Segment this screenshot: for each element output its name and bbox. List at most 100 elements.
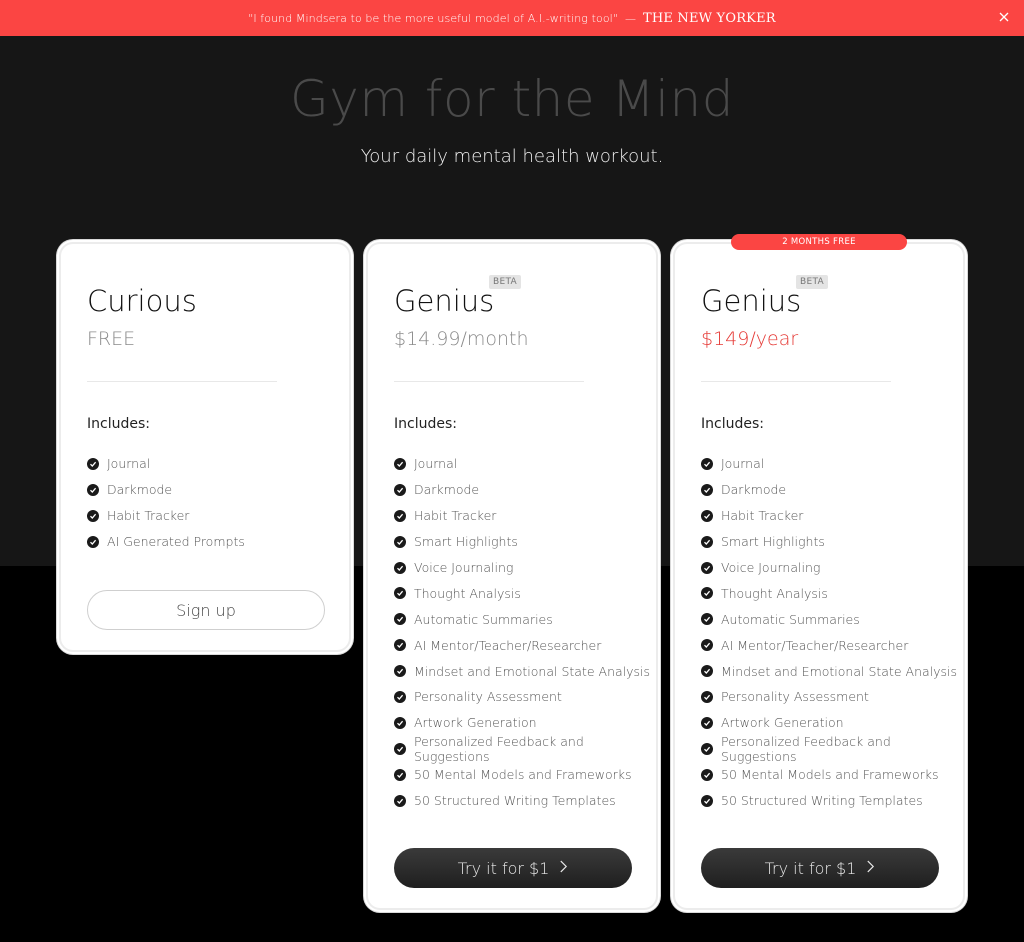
checkmark-icon — [701, 665, 713, 678]
checkmark-icon — [701, 613, 713, 626]
feature-item: Darkmode — [701, 477, 963, 503]
try-button-label: Try it for $1 — [764, 858, 857, 878]
checkmark-icon — [701, 768, 713, 781]
checkmark-icon — [701, 587, 713, 600]
checkmark-icon — [394, 794, 406, 807]
checkmark-icon — [87, 457, 99, 470]
plan-price: $14.99/month — [394, 328, 529, 350]
feature-item: AI Mentor/Teacher/Researcher — [394, 632, 656, 658]
feature-item: Journal — [701, 451, 963, 477]
sign-up-button[interactable]: Sign up — [87, 590, 325, 630]
feature-item: 50 Structured Writing Templates — [701, 788, 963, 814]
plan-card-genius-yearly: Genius BETA $149/year Includes: Journal D… — [673, 242, 965, 910]
checkmark-icon — [394, 535, 406, 548]
feature-label: Darkmode — [107, 482, 173, 498]
checkmark-icon — [701, 716, 713, 729]
feature-item: Mindset and Emotional State Analysis — [394, 658, 656, 684]
feature-item: Smart Highlights — [701, 529, 963, 555]
feature-item: Voice Journaling — [394, 555, 656, 581]
feature-item: AI Mentor/Teacher/Researcher — [701, 632, 963, 658]
feature-label: AI Mentor/Teacher/Researcher — [414, 637, 602, 653]
feature-label: Habit Tracker — [721, 508, 804, 524]
checkmark-icon — [701, 535, 713, 548]
try-button-monthly[interactable]: Try it for $1 — [394, 848, 632, 888]
checkmark-icon — [394, 457, 406, 470]
feature-item: Automatic Summaries — [394, 606, 656, 632]
checkmark-icon — [394, 587, 406, 600]
checkmark-icon — [394, 509, 406, 522]
feature-label: Personalized Feedback and Suggestions — [414, 733, 584, 764]
feature-item: Personalized Feedback and Suggestions — [701, 733, 963, 764]
feature-label: Thought Analysis — [721, 585, 828, 601]
feature-label: Personality Assessment — [414, 689, 562, 705]
checkmark-icon — [394, 690, 406, 703]
feature-item: Habit Tracker — [701, 503, 963, 529]
feature-item: Automatic Summaries — [701, 606, 963, 632]
plan-name: Curious — [87, 284, 197, 318]
plan-name: Genius — [701, 284, 802, 318]
checkmark-icon — [87, 483, 99, 496]
chevron-right-icon — [866, 860, 875, 877]
feature-item: Journal — [394, 451, 656, 477]
includes-label: Includes: — [87, 416, 150, 432]
feature-item: Thought Analysis — [701, 580, 963, 606]
feature-label: Journal — [107, 456, 151, 472]
feature-label: Voice Journaling — [721, 560, 821, 575]
feature-item: Journal — [87, 451, 245, 477]
plan-price: FREE — [87, 328, 136, 350]
press-quote: "I found Mindsera to be the more useful … — [248, 11, 618, 25]
includes-label: Includes: — [394, 416, 457, 432]
feature-label: AI Generated Prompts — [107, 534, 245, 550]
beta-badge: BETA — [796, 275, 829, 289]
press-dash: — — [624, 11, 636, 25]
includes-label: Includes: — [701, 416, 764, 432]
chevron-right-icon — [559, 860, 568, 877]
feature-label: 50 Mental Models and Frameworks — [721, 767, 939, 783]
feature-item: 50 Mental Models and Frameworks — [394, 762, 656, 788]
feature-label: Darkmode — [414, 482, 480, 498]
feature-item: Habit Tracker — [87, 503, 245, 529]
beta-badge: BETA — [489, 275, 522, 289]
feature-label: Journal — [414, 456, 458, 472]
divider — [394, 381, 584, 382]
checkmark-icon — [701, 690, 713, 703]
feature-item: Personalized Feedback and Suggestions — [394, 733, 656, 764]
feature-label: Smart Highlights — [414, 534, 518, 550]
feature-item: Smart Highlights — [394, 529, 656, 555]
feature-list: Journal Darkmode Habit Tracker Smart Highli… — [394, 451, 656, 813]
feature-label: 50 Structured Writing Templates — [414, 793, 616, 809]
feature-list: Journal Darkmode Habit Tracker AI Generated… — [87, 451, 245, 555]
checkmark-icon — [701, 742, 713, 755]
feature-label: Mindset and Emotional State Analysis — [414, 663, 651, 679]
feature-label: 50 Structured Writing Templates — [721, 793, 923, 809]
feature-item: Thought Analysis — [394, 580, 656, 606]
checkmark-icon — [394, 483, 406, 496]
try-button-label: Try it for $1 — [457, 858, 550, 878]
feature-label: 50 Mental Models and Frameworks — [414, 767, 632, 783]
feature-label: Personality Assessment — [721, 689, 869, 705]
try-button-yearly[interactable]: Try it for $1 — [701, 848, 939, 888]
feature-label: Artwork Generation — [414, 715, 537, 731]
press-banner: "I found Mindsera to be the more useful … — [0, 0, 1024, 36]
feature-item: Personality Assessment — [701, 684, 963, 710]
checkmark-icon — [701, 483, 713, 496]
feature-label: Mindset and Emotional State Analysis — [721, 663, 958, 679]
feature-item: Personality Assessment — [394, 684, 656, 710]
feature-label: Thought Analysis — [414, 585, 521, 601]
feature-label: Habit Tracker — [414, 508, 497, 524]
feature-label: Personalized Feedback and Suggestions — [721, 733, 891, 764]
checkmark-icon — [701, 639, 713, 652]
plan-price: $149/year — [701, 328, 799, 350]
plan-card-curious: Curious FREE Includes: Journal Darkmode Ha… — [59, 242, 351, 652]
feature-label: Automatic Summaries — [721, 611, 860, 627]
checkmark-icon — [701, 794, 713, 807]
feature-item: 50 Mental Models and Frameworks — [701, 762, 963, 788]
page-title: Gym for the Mind — [290, 70, 734, 128]
feature-item: Mindset and Emotional State Analysis — [701, 658, 963, 684]
feature-label: Darkmode — [721, 482, 787, 498]
page-subtitle: Your daily mental health workout. — [360, 146, 664, 167]
checkmark-icon — [394, 716, 406, 729]
close-icon[interactable] — [996, 9, 1012, 25]
feature-label: Habit Tracker — [107, 508, 190, 524]
feature-item: Habit Tracker — [394, 503, 656, 529]
